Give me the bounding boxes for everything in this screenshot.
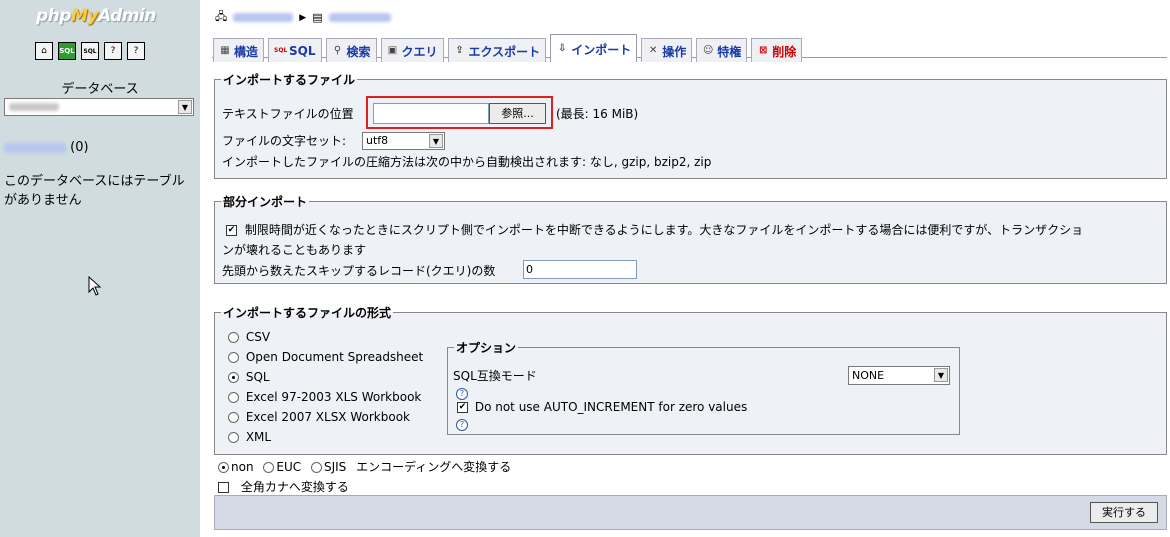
allow-interrupt-checkbox[interactable]: ✔	[226, 225, 237, 236]
query-icon: ▣	[387, 45, 398, 56]
format-option-xls[interactable]: Excel 97-2003 XLS Workbook	[228, 390, 421, 404]
options-fieldset: オプション	[447, 339, 960, 435]
tab-bar: ▦ 構造 SQL SQL ⚲ 検索 ▣ クエリ ⇪ エクスポート ⇩ インポート ✕ 操作 ☺…	[213, 34, 803, 62]
file-to-import-legend: インポートするファイル	[223, 73, 356, 87]
sidebar-database-entry[interactable]: (0)	[4, 140, 89, 155]
allow-interrupt-label-cont: ンが壊れることもあります	[222, 243, 367, 257]
encoding-euc-label[interactable]: EUC	[276, 460, 301, 474]
skip-queries-input[interactable]: 0	[523, 260, 637, 279]
server-icon: 🖧	[215, 10, 228, 23]
format-option-csv[interactable]: CSV	[228, 330, 270, 344]
format-radio-sql[interactable]	[228, 372, 239, 383]
max-size-text: (最長: 16 MiB)	[556, 107, 639, 121]
breadcrumb-server[interactable]	[233, 13, 294, 22]
format-option-sql[interactable]: SQL	[228, 370, 270, 384]
file-path-input[interactable]	[373, 103, 489, 124]
breadcrumb-database[interactable]	[328, 13, 391, 22]
operations-icon: ✕	[649, 45, 658, 56]
search-icon: ⚲	[333, 45, 342, 56]
chevron-down-icon[interactable]: ▼	[934, 368, 948, 382]
help-icon[interactable]: ?	[456, 388, 468, 400]
encoding-none-label[interactable]: non	[231, 460, 254, 474]
kana-label[interactable]: 全角カナへ変換する	[241, 480, 349, 494]
submit-button[interactable]: 実行する	[1090, 502, 1158, 523]
encoding-radio-none[interactable]	[218, 462, 229, 473]
sql-compat-value: NONE	[852, 369, 885, 382]
format-radio-xls[interactable]	[228, 392, 239, 403]
sql-compat-help: ?	[456, 385, 468, 400]
format-radio-csv[interactable]	[228, 332, 239, 343]
export-icon: ⇪	[455, 45, 464, 56]
tab-privileges[interactable]: ☺ 特権	[696, 38, 748, 62]
structure-icon: ▦	[220, 45, 230, 56]
format-option-xml[interactable]: XML	[228, 430, 271, 444]
tab-sql[interactable]: SQL SQL	[268, 38, 322, 62]
no-tables-message: このデータベースにはテーブルがありません	[4, 174, 185, 208]
allow-interrupt-row: ✔ 制限時間が近くなったときにスクリプト側でインポートを中断できるようにします。…	[226, 221, 1083, 238]
sql-icon: SQL	[274, 47, 288, 54]
allow-interrupt-label[interactable]: 制限時間が近くなったときにスクリプト側でインポートを中断できるようにします。大き…	[245, 223, 1083, 237]
docs-icon[interactable]: ?	[104, 42, 122, 60]
database-select-value	[9, 103, 59, 111]
format-option-xlsx[interactable]: Excel 2007 XLSX Workbook	[228, 410, 410, 424]
drop-icon: ⊠	[759, 45, 768, 56]
browse-button[interactable]: 参照...	[489, 103, 546, 124]
skip-queries-value: 0	[526, 263, 533, 276]
home-icon[interactable]: ⌂	[35, 42, 53, 60]
database-name[interactable]	[4, 142, 66, 153]
sidebar-nav-icons: ⌂ SQL SQL ? ?	[35, 42, 145, 60]
phpmyadmin-logo[interactable]: phpMyAdmin	[36, 6, 156, 26]
compression-note: インポートしたファイルの圧縮方法は次の中から自動検出されます: なし, gzip…	[222, 155, 712, 169]
breadcrumb: 🖧 ▶ ▤	[215, 8, 391, 27]
charset-select-value: utf8	[366, 134, 389, 147]
partial-import-legend: 部分インポート	[223, 195, 308, 209]
file-location-label: テキストファイルの位置	[222, 107, 354, 121]
encoding-radio-euc[interactable]	[263, 462, 275, 473]
format-radio-xml[interactable]	[228, 432, 239, 443]
encoding-radio-sjis[interactable]	[310, 462, 322, 473]
charset-select[interactable]: utf8 ▼	[362, 132, 445, 150]
auto-increment-checkbox[interactable]: ✔	[457, 402, 468, 413]
encoding-suffix: エンコーディングへ変換する	[356, 460, 512, 474]
tab-import[interactable]: ⇩ インポート	[550, 34, 638, 62]
auto-increment-row: ✔ Do not use AUTO_INCREMENT for zero val…	[457, 400, 747, 414]
skip-queries-label: 先頭から数えたスキップするレコード(クエリ)の数	[222, 264, 496, 278]
mouse-cursor-icon	[88, 276, 102, 296]
database-select[interactable]: ▼	[4, 98, 194, 116]
format-radio-xlsx[interactable]	[228, 412, 239, 423]
format-legend: インポートするファイルの形式	[223, 306, 392, 320]
format-radio-ods[interactable]	[228, 352, 239, 363]
database-label: データベース	[61, 82, 139, 97]
kana-checkbox[interactable]	[218, 482, 229, 493]
sql-compat-label: SQL互換モード	[453, 369, 537, 383]
help-icon[interactable]: ?	[127, 42, 145, 60]
privileges-icon: ☺	[703, 45, 714, 56]
tab-drop[interactable]: ⊠ 削除	[751, 38, 803, 62]
database-icon: ▤	[312, 11, 323, 24]
tab-query[interactable]: ▣ クエリ	[380, 38, 444, 62]
import-icon: ⇩	[557, 43, 567, 54]
breadcrumb-separator: ▶	[299, 12, 307, 23]
help-icon[interactable]: ?	[456, 419, 468, 431]
encoding-sjis-label[interactable]: SJIS	[324, 460, 346, 474]
tab-export[interactable]: ⇪ エクスポート	[447, 38, 547, 62]
charset-label: ファイルの文字セット:	[222, 134, 347, 148]
format-option-ods[interactable]: Open Document Spreadsheet	[228, 350, 423, 364]
sidebar: phpMyAdmin ⌂ SQL SQL ? ? データベース ▼ (0) この…	[0, 0, 200, 537]
sql-window-icon[interactable]: SQL	[81, 42, 99, 60]
chevron-down-icon[interactable]: ▼	[178, 100, 192, 114]
tab-operations[interactable]: ✕ 操作	[641, 38, 693, 62]
encoding-row: non EUC SJIS エンコーディングへ変換する	[218, 458, 511, 475]
kana-row: 全角カナへ変換する	[218, 478, 349, 495]
chevron-down-icon[interactable]: ▼	[429, 134, 443, 148]
auto-increment-help: ?	[456, 416, 468, 431]
tab-structure[interactable]: ▦ 構造	[213, 38, 265, 62]
submit-bar	[214, 495, 1167, 530]
options-legend: オプション	[456, 341, 517, 355]
sql-compat-select[interactable]: NONE ▼	[848, 366, 950, 385]
table-count: (0)	[70, 140, 89, 155]
tab-search[interactable]: ⚲ 検索	[325, 38, 377, 62]
sql-query-icon[interactable]: SQL	[58, 42, 76, 60]
auto-increment-label[interactable]: Do not use AUTO_INCREMENT for zero value…	[475, 400, 747, 414]
